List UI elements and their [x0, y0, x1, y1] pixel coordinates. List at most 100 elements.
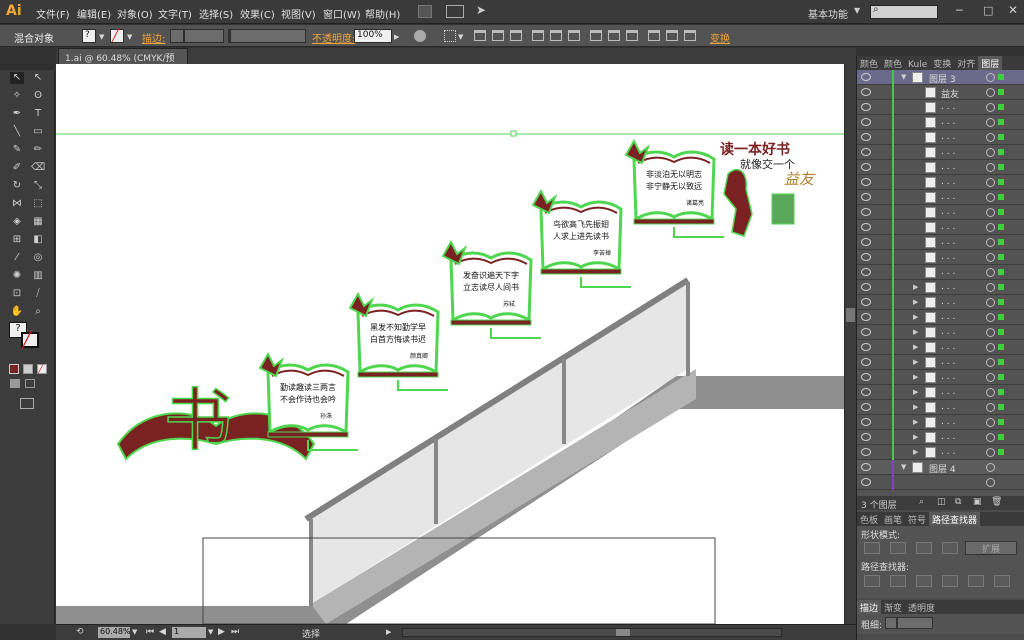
- expand-arrow-icon[interactable]: ▶: [913, 388, 918, 396]
- stroke-stepper[interactable]: [170, 29, 184, 43]
- visibility-eye-icon[interactable]: [861, 88, 871, 96]
- sublayer-row[interactable]: ▶ . . .: [857, 295, 1024, 310]
- new-sublayer-icon[interactable]: ⧉: [955, 497, 961, 507]
- tools-grip[interactable]: [0, 64, 55, 70]
- opacity-input[interactable]: 100%: [354, 29, 392, 43]
- bridge-icon[interactable]: [418, 5, 432, 18]
- menu-view[interactable]: 视图(V): [281, 6, 316, 21]
- unite-icon[interactable]: [864, 542, 880, 554]
- visibility-eye-icon[interactable]: [861, 253, 871, 261]
- tab-symbols[interactable]: 符号: [905, 512, 929, 527]
- target-icon[interactable]: [986, 298, 995, 307]
- sublayer-row[interactable]: ▶ . . .: [857, 325, 1024, 340]
- sublayer-name[interactable]: . . .: [941, 342, 955, 352]
- distribute-vcenter-icon[interactable]: [608, 30, 620, 41]
- tab-color[interactable]: 颜色: [857, 56, 881, 71]
- sublayer-name[interactable]: 益友: [941, 87, 959, 100]
- align-vcenter-icon[interactable]: [550, 30, 562, 41]
- color-mode-icon[interactable]: [9, 364, 19, 374]
- tab-brushes[interactable]: 画笔: [881, 512, 905, 527]
- outline-icon[interactable]: [968, 575, 984, 587]
- sublayer-row[interactable]: [857, 475, 1024, 490]
- intersect-icon[interactable]: [916, 542, 932, 554]
- sublayer-row[interactable]: . . .: [857, 220, 1024, 235]
- sublayer-name[interactable]: . . .: [941, 372, 955, 382]
- target-icon[interactable]: [986, 448, 995, 457]
- target-icon[interactable]: [986, 328, 995, 337]
- column-graph-tool-icon[interactable]: ▥: [31, 270, 45, 282]
- selected-indicator[interactable]: [998, 224, 1004, 230]
- paintbrush-tool-icon[interactable]: ✎: [10, 144, 24, 156]
- visibility-eye-icon[interactable]: [861, 418, 871, 426]
- opacity-label[interactable]: 不透明度:: [312, 30, 355, 45]
- line-tool-icon[interactable]: ╲: [10, 126, 24, 138]
- target-icon[interactable]: [986, 268, 995, 277]
- stroke-weight-input[interactable]: [897, 617, 933, 629]
- distribute-bottom-icon[interactable]: [626, 30, 638, 41]
- visibility-eye-icon[interactable]: [861, 388, 871, 396]
- selected-indicator[interactable]: [998, 74, 1004, 80]
- selected-indicator[interactable]: [998, 329, 1004, 335]
- target-icon[interactable]: [986, 133, 995, 142]
- visibility-eye-icon[interactable]: [861, 208, 871, 216]
- selected-indicator[interactable]: [998, 104, 1004, 110]
- tab-swatches[interactable]: 色板: [857, 512, 881, 527]
- chevron-right-icon[interactable]: ▶: [394, 33, 399, 41]
- target-icon[interactable]: [986, 373, 995, 382]
- menu-object[interactable]: 对象(O): [117, 6, 153, 21]
- target-icon[interactable]: [986, 148, 995, 157]
- type-tool-icon[interactable]: T: [31, 108, 45, 120]
- stroke-label[interactable]: 描边:: [142, 30, 165, 45]
- target-icon[interactable]: [986, 163, 995, 172]
- artboard-canvas[interactable]: 书 读一本好书 就像交一个 益友 勤读趣读三两言不会作诗也会吟孙洙黑发不知勤学早…: [56, 64, 844, 624]
- tab-color-guide[interactable]: 颜色: [881, 56, 905, 71]
- selected-indicator[interactable]: [998, 404, 1004, 410]
- tab-gradient[interactable]: 渐变: [881, 600, 905, 615]
- rectangle-tool-icon[interactable]: ▭: [31, 126, 45, 138]
- target-icon[interactable]: [986, 223, 995, 232]
- visibility-eye-icon[interactable]: [861, 268, 871, 276]
- menu-effect[interactable]: 效果(C): [240, 6, 275, 21]
- target-icon[interactable]: [986, 418, 995, 427]
- selected-indicator[interactable]: [998, 374, 1004, 380]
- sublayer-name[interactable]: . . .: [941, 147, 955, 157]
- selected-indicator[interactable]: [998, 239, 1004, 245]
- visibility-eye-icon[interactable]: [861, 328, 871, 336]
- chevron-down-icon[interactable]: ▼: [854, 6, 860, 15]
- scale-tool-icon[interactable]: ⤡: [31, 180, 45, 192]
- scrollbar-thumb[interactable]: [846, 308, 855, 322]
- align-bottom-icon[interactable]: [568, 30, 580, 41]
- selected-indicator[interactable]: [998, 434, 1004, 440]
- perspective-grid-tool-icon[interactable]: ▦: [31, 216, 45, 228]
- expand-arrow-icon[interactable]: ▶: [913, 358, 918, 366]
- tab-align[interactable]: 对齐: [954, 56, 978, 71]
- distribute-left-icon[interactable]: [648, 30, 660, 41]
- first-artboard-icon[interactable]: ⏮: [146, 627, 154, 637]
- selected-indicator[interactable]: [998, 299, 1004, 305]
- target-icon[interactable]: [986, 88, 995, 97]
- sublayer-name[interactable]: . . .: [941, 117, 955, 127]
- layer-row-bottom[interactable]: ▼ 图层 4: [857, 460, 1024, 475]
- screen-mode-icon[interactable]: [20, 398, 34, 409]
- sublayer-row[interactable]: . . .: [857, 115, 1024, 130]
- visibility-eye-icon[interactable]: [861, 193, 871, 201]
- draw-behind-icon[interactable]: [25, 379, 35, 388]
- last-artboard-icon[interactable]: ⏭: [231, 627, 239, 637]
- selected-indicator[interactable]: [998, 269, 1004, 275]
- align-hcenter-icon[interactable]: [492, 30, 504, 41]
- horizontal-scrollbar[interactable]: [402, 628, 782, 637]
- target-icon[interactable]: [986, 343, 995, 352]
- menu-file[interactable]: 文件(F): [36, 6, 70, 21]
- workspace-switcher[interactable]: 基本功能: [808, 6, 848, 21]
- target-icon[interactable]: [986, 118, 995, 127]
- sublayer-row[interactable]: ▶ . . .: [857, 310, 1024, 325]
- distribute-hcenter-icon[interactable]: [666, 30, 678, 41]
- sublayer-name[interactable]: . . .: [941, 282, 955, 292]
- target-icon[interactable]: [986, 388, 995, 397]
- pen-tool-icon[interactable]: ✒: [10, 108, 24, 120]
- sublayer-name[interactable]: . . .: [941, 447, 955, 457]
- chevron-down-icon[interactable]: ▼: [458, 33, 463, 41]
- visibility-eye-icon[interactable]: [861, 283, 871, 291]
- new-layer-icon[interactable]: ▣: [973, 497, 982, 507]
- sublayer-row[interactable]: ▶ . . .: [857, 430, 1024, 445]
